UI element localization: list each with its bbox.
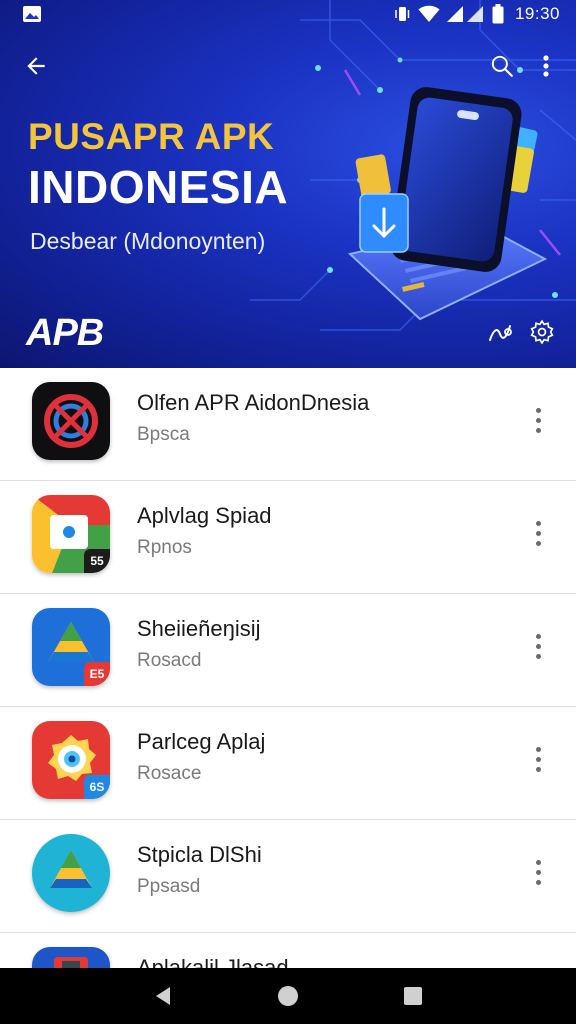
partial-app-icon — [32, 947, 110, 968]
hero-title-line1: PUSAPR APK — [28, 116, 275, 157]
hero-subtitle: Desbear (Mdonoynten) — [30, 228, 266, 254]
nav-back-icon — [155, 987, 170, 1005]
app-name: Sheiieñeŋisij — [137, 616, 261, 641]
app-subtitle: Rosace — [137, 763, 202, 784]
app-name: Aplvlag Spiad — [137, 503, 272, 528]
more-vert-icon — [535, 746, 541, 772]
gear-icon — [528, 318, 556, 346]
list-item[interactable]: 6S Parlceg Aplaj Rosace — [0, 707, 576, 820]
more-vert-icon — [543, 55, 549, 77]
hero-logo: APB — [26, 312, 104, 354]
nav-back-button[interactable] — [139, 972, 187, 1020]
app-name: Olfen APR AidonDnesia — [137, 390, 370, 415]
item-more-button[interactable] — [520, 850, 556, 894]
image-icon — [23, 6, 41, 22]
list-item[interactable]: Olfen APR AidonDnesia Bpsca — [0, 368, 576, 481]
list-item[interactable]: Aplakalil Jlasad — [0, 933, 576, 968]
nav-recents-icon — [404, 987, 423, 1005]
stethoscope-icon — [486, 318, 514, 346]
list-item[interactable]: E5 Sheiieñeŋisij Rosacd — [0, 594, 576, 707]
nav-home-icon — [277, 986, 298, 1006]
battery-icon — [492, 4, 504, 24]
drive-like-app-icon: E5 — [32, 608, 110, 686]
x-circle-app-icon — [32, 382, 110, 460]
list-item[interactable]: 55 Aplvlag Spiad Rpnos — [0, 481, 576, 594]
app-badge: E5 — [84, 662, 110, 686]
item-more-button[interactable] — [520, 398, 556, 442]
arrow-left-icon — [27, 57, 45, 75]
search-button[interactable] — [480, 44, 524, 88]
list-item[interactable]: Stpicla DlShi Ppsasd — [0, 820, 576, 933]
drive-triangle-app-icon — [32, 834, 110, 912]
wifi-icon — [418, 5, 440, 22]
hero-banner: PUSAPR APK INDONESIA Desbear (Mdonoynten… — [0, 0, 576, 368]
navigation-bar — [0, 968, 576, 1024]
back-button[interactable] — [14, 44, 58, 88]
app-subtitle: Rosacd — [137, 650, 202, 671]
more-vert-icon — [535, 520, 541, 546]
app-name: Aplakalil Jlasad — [137, 955, 289, 968]
app-subtitle: Ppsasd — [137, 876, 201, 897]
app-badge: 6S — [84, 775, 110, 799]
screen: PUSAPR APK INDONESIA Desbear (Mdonoynten… — [0, 0, 576, 1024]
item-more-button[interactable] — [520, 511, 556, 555]
phone-laptop-illustration — [347, 87, 548, 321]
search-icon — [491, 55, 513, 77]
more-vert-icon — [535, 407, 541, 433]
nav-recents-button[interactable] — [389, 972, 437, 1020]
app-name: Stpicla DlShi — [137, 842, 262, 867]
signal-icon — [446, 6, 483, 22]
vibrate-icon — [395, 7, 410, 21]
camera-app-icon: 6S — [32, 721, 110, 799]
nav-home-button[interactable] — [264, 972, 312, 1020]
status-time: 19:30 — [514, 4, 560, 23]
app-badge: 55 — [84, 549, 110, 573]
more-vert-icon — [535, 859, 541, 885]
chrome-like-app-icon: 55 — [32, 495, 110, 573]
app-subtitle: Rpnos — [137, 537, 192, 558]
more-options-button[interactable] — [526, 44, 566, 88]
hero-title-line2: INDONESIA — [28, 161, 289, 213]
item-more-button[interactable] — [520, 737, 556, 781]
item-more-button[interactable] — [520, 624, 556, 668]
more-vert-icon — [535, 633, 541, 659]
status-bar: 19:30 — [0, 0, 576, 28]
app-list: Olfen APR AidonDnesia Bpsca 55 Aplvlag S… — [0, 368, 576, 968]
app-subtitle: Bpsca — [137, 424, 190, 445]
app-bar — [0, 40, 576, 88]
hero-small-icons — [486, 318, 556, 346]
app-name: Parlceg Aplaj — [137, 729, 266, 754]
